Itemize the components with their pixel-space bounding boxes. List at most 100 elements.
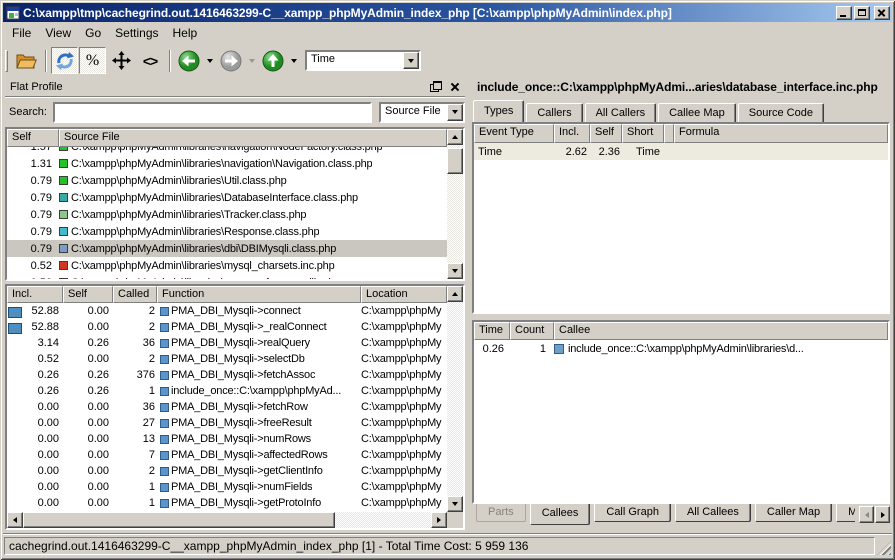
column-header-incl[interactable]: Incl.: [7, 286, 63, 303]
tab-all-callers[interactable]: All Callers: [585, 103, 657, 122]
function-table-hscrollbar[interactable]: [7, 512, 447, 528]
column-header-incl[interactable]: Incl.: [554, 124, 590, 143]
tab-callers[interactable]: Callers: [526, 103, 582, 122]
tab-call-graph[interactable]: Call Graph: [594, 504, 671, 522]
search-input[interactable]: [53, 102, 372, 123]
file-row[interactable]: 0.52C:\xampp\phpMyAdmin\libraries\user_p…: [7, 274, 447, 279]
file-row[interactable]: 0.79C:\xampp\phpMyAdmin\libraries\dbi\DB…: [7, 240, 447, 257]
tab-callees[interactable]: Callees: [530, 504, 591, 525]
scroll-up-button[interactable]: [447, 286, 463, 302]
dock-float-button[interactable]: [430, 81, 442, 92]
file-row[interactable]: 0.79C:\xampp\phpMyAdmin\libraries\Respon…: [7, 223, 447, 240]
menu-go[interactable]: Go: [78, 23, 108, 43]
forward-dropdown-button[interactable]: [246, 50, 257, 72]
function-table-vscrollbar[interactable]: [447, 286, 463, 512]
scrollbar-thumb[interactable]: [447, 148, 463, 174]
scrollbar-thumb[interactable]: [23, 512, 335, 528]
open-file-button[interactable]: [12, 47, 40, 75]
column-header-function[interactable]: Function: [157, 286, 361, 303]
menu-view[interactable]: View: [38, 23, 78, 43]
maximize-button[interactable]: [854, 6, 870, 20]
file-row[interactable]: 1.31C:\xampp\phpMyAdmin\libraries\naviga…: [7, 155, 447, 172]
function-row[interactable]: 0.260.26376PMA_DBI_Mysqli->fetchAssocC:\…: [7, 367, 447, 383]
file-row[interactable]: 0.79C:\xampp\phpMyAdmin\libraries\Databa…: [7, 189, 447, 206]
file-row[interactable]: 0.79C:\xampp\phpMyAdmin\libraries\Util.c…: [7, 172, 447, 189]
back-dropdown-button[interactable]: [204, 50, 215, 72]
function-row[interactable]: 0.520.002PMA_DBI_Mysqli->selectDbC:\xamp…: [7, 351, 447, 367]
menu-settings[interactable]: Settings: [108, 23, 165, 43]
minimize-button[interactable]: [836, 6, 852, 20]
file-table-body: 1.57C:\xampp\phpMyAdmin\libraries\naviga…: [7, 147, 447, 279]
file-row[interactable]: 0.79C:\xampp\phpMyAdmin\libraries\Tracke…: [7, 206, 447, 223]
up-dropdown-button[interactable]: [288, 50, 299, 72]
column-header-self[interactable]: Self: [7, 129, 59, 147]
group-by-select[interactable]: Source File: [379, 102, 465, 123]
scroll-right-button[interactable]: [431, 512, 447, 528]
relative-cost-toggle[interactable]: [51, 47, 78, 74]
scroll-down-button[interactable]: [447, 263, 463, 279]
callee-row[interactable]: 0.261include_once::C:\xampp\phpMyAdmin\l…: [474, 340, 888, 357]
column-header-count[interactable]: Count: [510, 322, 554, 340]
group-by-dropdown-button[interactable]: [447, 104, 463, 121]
event-type-row[interactable]: Time2.622.36Time: [474, 143, 888, 160]
forward-button[interactable]: [217, 47, 245, 75]
column-header-source-file[interactable]: Source File: [59, 129, 447, 147]
called-count: 2: [113, 465, 157, 477]
toolbar-handle[interactable]: [5, 50, 8, 72]
scroll-left-button[interactable]: [7, 512, 23, 528]
tab-callee-map[interactable]: Callee Map: [658, 103, 736, 122]
column-header-callee[interactable]: Callee: [554, 322, 888, 340]
file-table-vscrollbar[interactable]: [447, 129, 463, 279]
function-row[interactable]: 52.880.002PMA_DBI_Mysqli->_realConnectC:…: [7, 319, 447, 335]
column-header-called[interactable]: Called: [113, 286, 157, 303]
column-header-event-type[interactable]: Event Type: [474, 124, 554, 143]
function-icon: [160, 419, 169, 428]
callee-name: include_once::C:\xampp\phpMyAdmin\librar…: [568, 343, 804, 355]
column-header-self[interactable]: Self: [63, 286, 113, 303]
tab-types[interactable]: Types: [473, 100, 524, 122]
tab-all-callees[interactable]: All Callees: [675, 504, 751, 522]
function-row[interactable]: 0.000.001PMA_DBI_Mysqli->numFieldsC:\xam…: [7, 479, 447, 495]
percentage-toggle[interactable]: %: [79, 47, 106, 74]
callee-table-rows: 0.261include_once::C:\xampp\phpMyAdmin\l…: [474, 340, 888, 502]
tab-source-code[interactable]: Source Code: [738, 103, 824, 122]
column-header-formula[interactable]: Formula: [674, 124, 888, 143]
column-header-self[interactable]: Self: [590, 124, 622, 143]
column-header-short[interactable]: Short: [622, 124, 664, 143]
function-row[interactable]: 0.000.0013PMA_DBI_Mysqli->numRowsC:\xamp…: [7, 431, 447, 447]
close-button[interactable]: [874, 6, 890, 20]
event-type-select[interactable]: Time: [305, 50, 421, 71]
up-button[interactable]: [259, 47, 287, 75]
function-row[interactable]: 0.000.0036PMA_DBI_Mysqli->fetchRowC:\xam…: [7, 399, 447, 415]
scroll-up-button[interactable]: [447, 129, 463, 145]
tabs-scroll-left-button[interactable]: [859, 506, 874, 523]
function-row[interactable]: 0.000.0027PMA_DBI_Mysqli->freeResultC:\x…: [7, 415, 447, 431]
expand-areas-button[interactable]: [107, 47, 135, 75]
function-row[interactable]: 0.000.007PMA_DBI_Mysqli->affectedRowsC:\…: [7, 447, 447, 463]
tabs-scroll-right-button[interactable]: [875, 506, 890, 523]
menu-help[interactable]: Help: [166, 23, 205, 43]
file-row[interactable]: 0.52C:\xampp\phpMyAdmin\libraries\mysql_…: [7, 257, 447, 274]
dock-close-button[interactable]: [450, 82, 460, 92]
menu-file[interactable]: File: [5, 23, 38, 43]
column-header-time[interactable]: Time: [474, 322, 510, 340]
dock-header: Flat Profile: [5, 77, 465, 97]
resize-grip[interactable]: [877, 541, 891, 555]
function-row[interactable]: 0.000.002PMA_DBI_Mysqli->getClientInfoC:…: [7, 463, 447, 479]
file-row[interactable]: 1.57C:\xampp\phpMyAdmin\libraries\naviga…: [7, 147, 447, 155]
tab-machine[interactable]: Machine: [836, 504, 855, 522]
cycle-detection-button[interactable]: <>: [136, 47, 164, 75]
tab-caller-map[interactable]: Caller Map: [755, 504, 832, 522]
function-row[interactable]: 3.140.2636PMA_DBI_Mysqli->realQueryC:\xa…: [7, 335, 447, 351]
self-cost: 0.26: [63, 385, 113, 397]
function-row[interactable]: 0.260.261include_once::C:\xampp\phpMyAd.…: [7, 383, 447, 399]
file-path: C:\xampp\phpMyAdmin\libraries\mysql_char…: [71, 260, 335, 272]
scroll-down-button[interactable]: [447, 496, 463, 512]
event-type-dropdown-button[interactable]: [403, 52, 419, 69]
column-header-location[interactable]: Location: [361, 286, 447, 303]
function-row[interactable]: 0.000.001PMA_DBI_Mysqli->getProtoInfoC:\…: [7, 495, 447, 511]
event-short: Time: [622, 146, 674, 158]
column-header-separator[interactable]: [664, 124, 674, 143]
function-row[interactable]: 52.880.002PMA_DBI_Mysqli->connectC:\xamp…: [7, 303, 447, 319]
back-button[interactable]: [175, 47, 203, 75]
